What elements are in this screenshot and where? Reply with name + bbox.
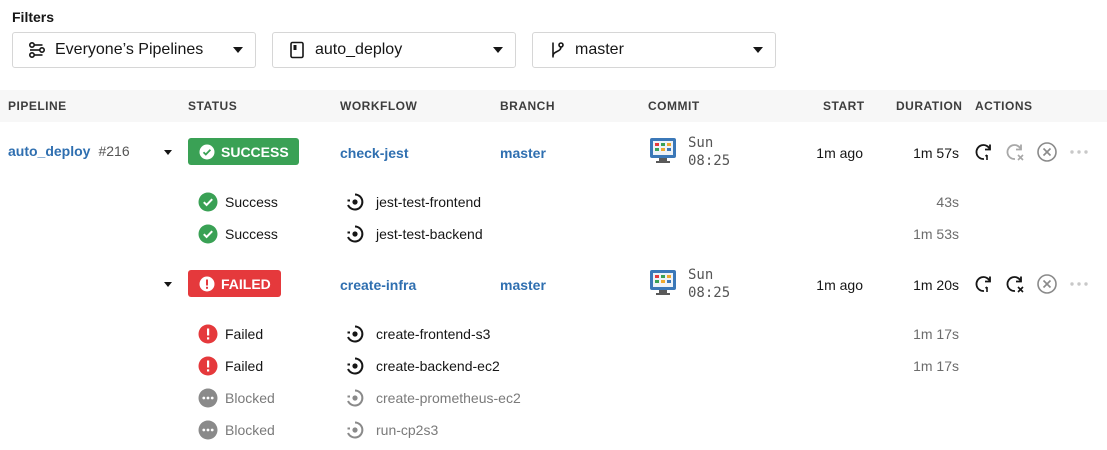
- cancel-workflow-icon[interactable]: [1036, 141, 1058, 163]
- filters-label: Filters: [12, 9, 55, 25]
- commit-time: 08:25: [688, 285, 731, 301]
- chevron-down-icon: [493, 47, 503, 53]
- workflow-name-link[interactable]: create-infra: [340, 277, 416, 293]
- pipelines-filter-dropdown[interactable]: Everyone’s Pipelines: [12, 32, 256, 68]
- alert-circle-icon: [198, 324, 218, 344]
- job-name: jest-test-frontend: [376, 194, 482, 210]
- job-icon: [345, 192, 365, 212]
- branch-filter-value: master: [575, 41, 624, 58]
- workflow-name-link[interactable]: check-jest: [340, 145, 408, 161]
- job-duration: 1m 53s: [913, 226, 959, 242]
- job-duration: 1m 17s: [913, 358, 959, 374]
- header-pipeline: PIPELINE: [8, 99, 67, 113]
- commit-avatar: [648, 268, 678, 296]
- job-name: create-frontend-s3: [376, 326, 491, 342]
- job-name-link[interactable]: create-frontend-s3: [345, 324, 490, 344]
- job-status-label: Blocked: [225, 422, 275, 438]
- header-start: START: [823, 99, 865, 113]
- job-icon: [345, 324, 365, 344]
- workflow-start: 1m ago: [816, 145, 863, 161]
- more-actions-icon[interactable]: [1068, 141, 1090, 163]
- branch-filter-dropdown[interactable]: master: [532, 32, 776, 68]
- job-status: Success: [198, 224, 278, 244]
- project-icon: [287, 40, 307, 60]
- workflow-status-badge: SUCCESS: [188, 138, 299, 165]
- rerun-failed-icon[interactable]: [1004, 141, 1026, 163]
- workflow-branch-link[interactable]: master: [500, 277, 546, 293]
- header-status: STATUS: [188, 99, 238, 113]
- job-name: jest-test-backend: [376, 226, 483, 242]
- job-status: Failed: [198, 324, 263, 344]
- workflow-duration: 1m 20s: [913, 277, 959, 293]
- commit-day: Sun: [688, 267, 714, 283]
- workflow-status-label: SUCCESS: [221, 143, 289, 160]
- check-circle-icon: [199, 144, 215, 160]
- workflow-expand-caret-icon[interactable]: [164, 150, 172, 155]
- pipeline-cell: auto_deploy #216: [8, 143, 130, 159]
- rerun-workflow-icon[interactable]: [973, 141, 995, 163]
- chevron-down-icon: [233, 47, 243, 53]
- project-filter-dropdown[interactable]: auto_deploy: [272, 32, 516, 68]
- branch-icon: [547, 40, 567, 60]
- rerun-workflow-icon[interactable]: [973, 273, 995, 295]
- job-name: create-prometheus-ec2: [376, 390, 521, 406]
- workflow-status-label: FAILED: [221, 275, 271, 292]
- more-actions-icon[interactable]: [1068, 273, 1090, 295]
- job-status-label: Failed: [225, 326, 264, 342]
- pipelines-filter-value: Everyone’s Pipelines: [55, 41, 204, 58]
- chevron-down-icon: [753, 47, 763, 53]
- workflow-duration: 1m 57s: [913, 145, 959, 161]
- project-filter-value: auto_deploy: [315, 41, 403, 58]
- commit-day: Sun: [688, 135, 714, 151]
- check-circle-icon: [198, 192, 218, 212]
- job-status-label: Success: [225, 194, 278, 210]
- workflow-expand-caret-icon[interactable]: [164, 282, 172, 287]
- job-name-link[interactable]: run-cp2s3: [345, 420, 438, 440]
- job-name-link[interactable]: create-backend-ec2: [345, 356, 500, 376]
- job-status: Blocked: [198, 388, 275, 408]
- job-icon: [345, 224, 365, 244]
- job-name-link[interactable]: jest-test-backend: [345, 224, 483, 244]
- pipeline-number: #216: [98, 143, 130, 159]
- workflow-status-badge: FAILED: [188, 270, 281, 297]
- cancel-workflow-icon[interactable]: [1036, 273, 1058, 295]
- workflow-branch-link[interactable]: master: [500, 145, 546, 161]
- header-actions: ACTIONS: [975, 99, 1033, 113]
- alert-circle-icon: [199, 276, 215, 292]
- job-status-label: Success: [225, 226, 278, 242]
- job-status-label: Failed: [225, 358, 264, 374]
- check-circle-icon: [198, 224, 218, 244]
- job-status: Success: [198, 192, 278, 212]
- pipeline-name-link[interactable]: auto_deploy: [8, 143, 90, 159]
- job-status: Blocked: [198, 420, 275, 440]
- job-name: run-cp2s3: [376, 422, 439, 438]
- commit-avatar: [648, 136, 678, 164]
- job-status-label: Blocked: [225, 390, 275, 406]
- rerun-failed-icon[interactable]: [1004, 273, 1026, 295]
- header-branch: BRANCH: [500, 99, 555, 113]
- job-name: create-backend-ec2: [376, 358, 500, 374]
- job-duration: 43s: [936, 194, 959, 210]
- header-commit: COMMIT: [648, 99, 700, 113]
- blocked-dots-icon: [198, 388, 218, 408]
- job-status: Failed: [198, 356, 263, 376]
- workflow-start: 1m ago: [816, 277, 863, 293]
- header-workflow: WORKFLOW: [340, 99, 418, 113]
- alert-circle-icon: [198, 356, 218, 376]
- header-duration: DURATION: [896, 99, 963, 113]
- job-name-link[interactable]: create-prometheus-ec2: [345, 388, 521, 408]
- job-duration: 1m 17s: [913, 326, 959, 342]
- commit-time: 08:25: [688, 153, 731, 169]
- job-name-link[interactable]: jest-test-frontend: [345, 192, 481, 212]
- blocked-dots-icon: [198, 420, 218, 440]
- job-icon: [345, 420, 365, 440]
- pipelines-filter-icon: [27, 40, 47, 60]
- job-icon: [345, 356, 365, 376]
- job-icon: [345, 388, 365, 408]
